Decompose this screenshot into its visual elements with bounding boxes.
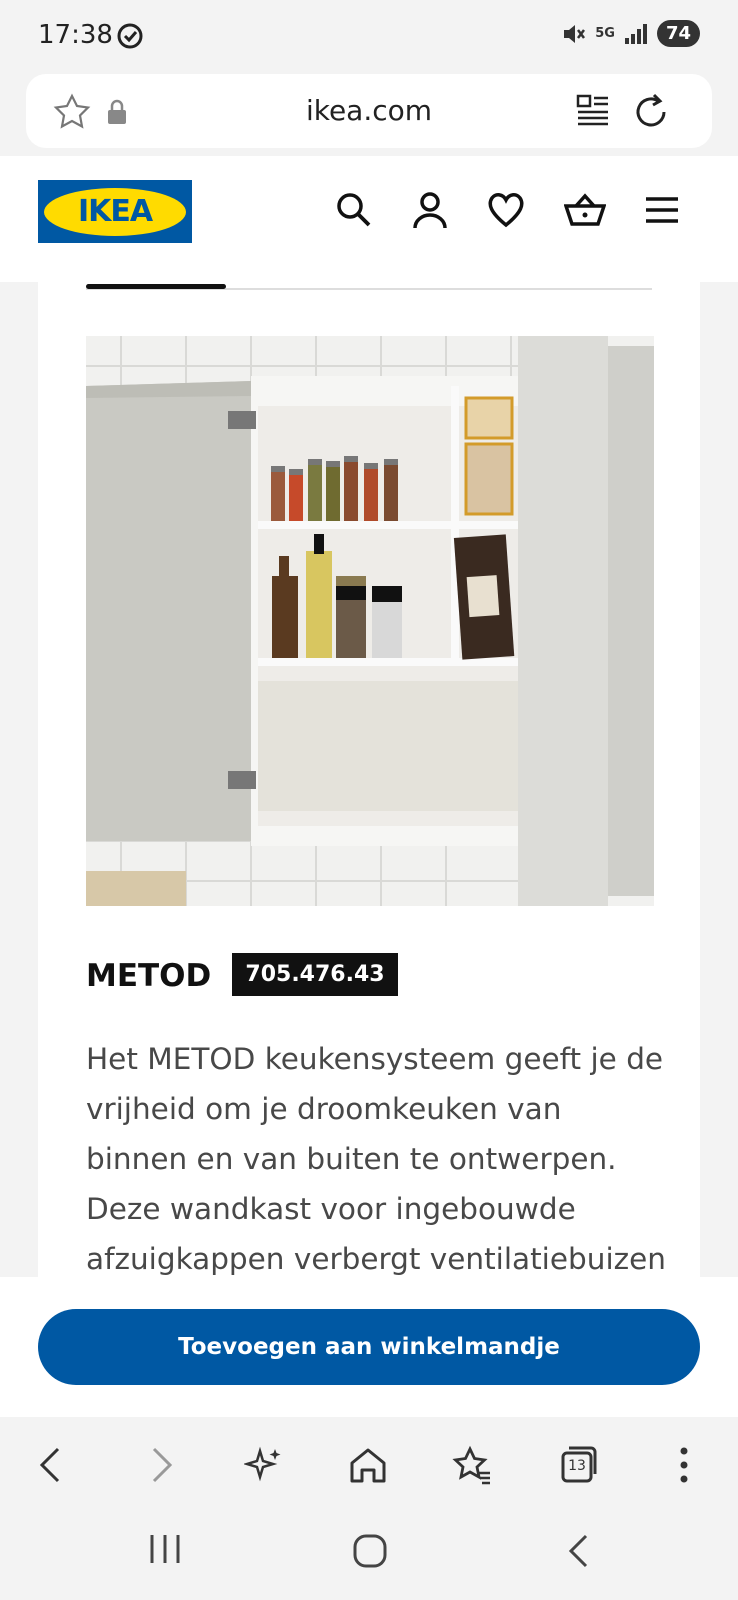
bookmarks-icon[interactable] [452,1445,492,1485]
image-tabs[interactable] [86,284,652,290]
system-back-icon[interactable] [566,1533,592,1569]
menu-icon[interactable] [642,190,682,230]
home-button-icon[interactable] [352,1533,388,1569]
product-image[interactable] [86,336,654,906]
network-type: 5G [595,26,615,41]
logo-text: IKEA [77,194,153,229]
product-description: Het METOD keukensysteem geeft je de vrij… [86,1042,666,1276]
browser-toolbar: 13 [0,1417,738,1513]
status-bar: 17:38 5G 74 [0,0,738,72]
forward-icon[interactable] [140,1445,180,1485]
cta-bar: Toevoegen aan winkelmandje [0,1277,738,1417]
status-time: 17:38 [38,20,113,50]
signal-icon [624,23,647,44]
account-icon[interactable] [410,190,450,230]
screen: 17:38 5G 74 ikea.com IKEA METOD 705.476.… [0,0,738,1600]
reload-icon[interactable] [634,92,670,130]
address-bar[interactable]: ikea.com [26,74,712,148]
reader-mode-icon[interactable] [576,92,610,128]
sync-icon [117,23,143,49]
more-options-icon[interactable] [664,1445,704,1485]
active-tab-indicator [86,284,226,289]
mute-icon [564,24,586,43]
add-to-cart-button[interactable]: Toevoegen aan winkelmandje [38,1309,700,1385]
product-card: METOD 705.476.43 Het METOD keukensysteem… [38,282,700,1277]
tabs-button[interactable]: 13 [560,1445,598,1485]
basket-icon[interactable] [564,190,606,230]
ikea-logo[interactable]: IKEA [38,180,192,243]
search-icon[interactable] [334,190,374,230]
heart-icon[interactable] [486,190,526,230]
recent-apps-icon[interactable] [148,1533,182,1565]
ai-sparkle-icon[interactable] [244,1445,284,1485]
tabs-count: 13 [568,1458,586,1474]
site-header: IKEA [0,156,738,282]
home-icon[interactable] [348,1445,388,1485]
system-navigation-bar [0,1513,738,1600]
article-number-badge: 705.476.43 [232,953,398,996]
product-name: METOD [86,958,212,994]
cabinet-illustration [86,336,654,906]
back-icon[interactable] [32,1445,72,1485]
battery-level: 74 [656,20,700,47]
